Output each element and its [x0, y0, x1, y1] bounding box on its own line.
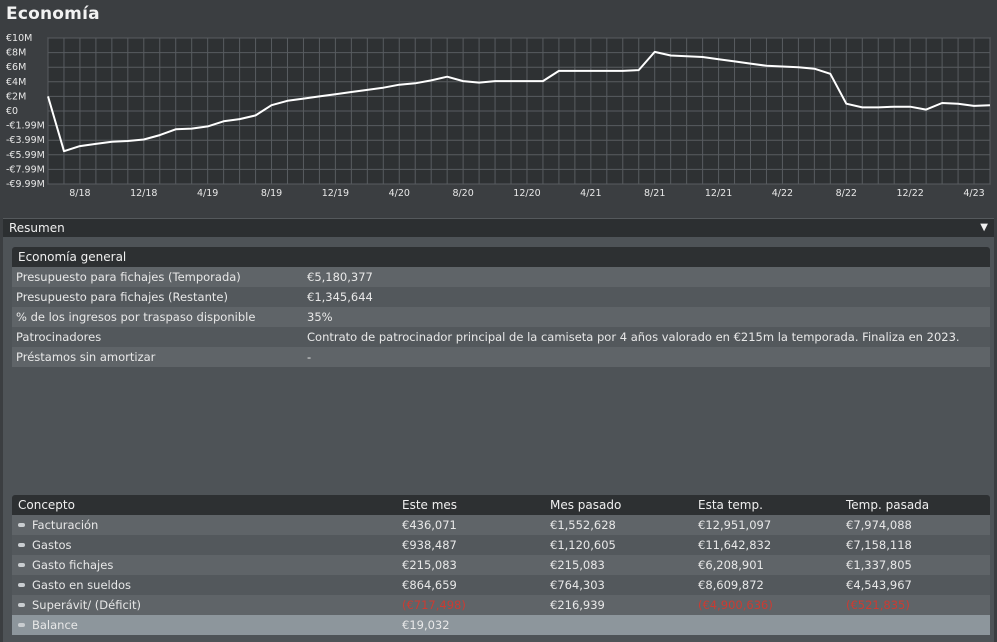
y-tick-label: -€3.99M [6, 135, 45, 146]
bullet-icon [18, 563, 25, 567]
page-title: Economía [6, 4, 100, 24]
x-tick-label: 12/18 [130, 188, 157, 199]
row-last-month: €1,120,605 [550, 538, 616, 552]
resumen-label: Resumen [9, 221, 65, 235]
y-tick-label: €8M [6, 48, 26, 59]
x-tick-label: 12/21 [705, 188, 732, 199]
table-row-expenses[interactable]: Gastos €938,487 €1,120,605 €11,642,832 €… [12, 535, 990, 555]
row-last-season: €1,337,805 [846, 558, 912, 572]
bullet-icon [18, 583, 25, 587]
general-row-value: - [307, 350, 312, 364]
x-tick-label: 12/22 [896, 188, 923, 199]
x-tick-label: 12/20 [513, 188, 540, 199]
column-header-concept[interactable]: Concepto [18, 498, 75, 512]
row-this-season: (€4,900,636) [698, 598, 773, 612]
row-last-season: €7,974,088 [846, 518, 912, 532]
row-concept: Gastos [32, 538, 72, 552]
y-tick-label: -€7.99M [6, 164, 45, 175]
general-row-label: Presupuesto para fichajes (Temporada) [16, 270, 241, 284]
y-tick-label: €2M [6, 91, 26, 102]
general-economy-header: Economía general [12, 247, 990, 267]
y-tick-label: -€9.99M [6, 179, 45, 190]
general-row-value: €1,345,644 [307, 290, 373, 304]
economy-line-chart: €10M €8M €6M €4M €2M €0 -€1.99M -€3.99M -€5.99M -… [0, 30, 997, 216]
general-row-value: 35% [307, 310, 333, 324]
general-row: Presupuesto para fichajes (Temporada) €5… [12, 267, 990, 287]
general-row-label: Préstamos sin amortizar [16, 350, 156, 364]
row-concept: Superávit/ (Déficit) [32, 598, 141, 612]
x-tick-label: 4/20 [389, 188, 410, 199]
column-header-last-month[interactable]: Mes pasado [550, 498, 621, 512]
row-this-month: €436,071 [402, 518, 457, 532]
y-tick-label: €0 [6, 106, 18, 117]
row-last-season: €4,543,967 [846, 578, 912, 592]
y-tick-label: €4M [6, 77, 26, 88]
x-tick-label: 4/22 [772, 188, 793, 199]
x-tick-label: 8/20 [452, 188, 473, 199]
general-row-value: Contrato de patrocinador principal de la… [307, 330, 960, 344]
general-row-value: €5,180,377 [307, 270, 373, 284]
row-this-season: €6,208,901 [698, 558, 764, 572]
resumen-panel-header[interactable]: Resumen ▼ [3, 218, 994, 237]
x-tick-label: 4/23 [963, 188, 984, 199]
table-row-wage-spending[interactable]: Gasto en sueldos €864,659 €764,303 €8,60… [12, 575, 990, 595]
bullet-icon [18, 623, 25, 627]
row-last-month: €1,552,628 [550, 518, 616, 532]
bullet-icon [18, 543, 25, 547]
x-tick-label: 12/19 [322, 188, 349, 199]
row-concept: Gasto fichajes [32, 558, 114, 572]
general-row-label: Presupuesto para fichajes (Restante) [16, 290, 228, 304]
row-this-season: €11,642,832 [698, 538, 772, 552]
row-last-month: €764,303 [550, 578, 605, 592]
general-row: Préstamos sin amortizar - [12, 347, 990, 367]
column-header-last-season[interactable]: Temp. pasada [846, 498, 929, 512]
row-last-month: €216,939 [550, 598, 605, 612]
general-row-label: % de los ingresos por traspaso disponibl… [16, 310, 256, 324]
y-tick-label: -€5.99M [6, 150, 45, 161]
x-tick-label: 4/21 [580, 188, 601, 199]
general-row: % de los ingresos por traspaso disponibl… [12, 307, 990, 327]
row-this-month: €938,487 [402, 538, 457, 552]
row-last-month: €215,083 [550, 558, 605, 572]
x-tick-label: 8/22 [836, 188, 857, 199]
chart-svg: €10M €8M €6M €4M €2M €0 -€1.99M -€3.99M -€5.99M -… [6, 33, 991, 199]
row-this-month: (€717,498) [402, 598, 466, 612]
column-header-this-month[interactable]: Este mes [402, 498, 457, 512]
table-row-transfer-spending[interactable]: Gasto fichajes €215,083 €215,083 €6,208,… [12, 555, 990, 575]
chevron-down-icon[interactable]: ▼ [980, 222, 988, 233]
y-tick-label: €6M [6, 62, 26, 73]
general-row: Presupuesto para fichajes (Restante) €1,… [12, 287, 990, 307]
bullet-icon [18, 523, 25, 527]
general-row: Patrocinadores Contrato de patrocinador … [12, 327, 990, 347]
x-tick-label: 8/18 [69, 188, 90, 199]
x-tick-label: 8/19 [261, 188, 282, 199]
row-this-month: €215,083 [402, 558, 457, 572]
row-concept: Balance [32, 618, 78, 632]
column-header-this-season[interactable]: Esta temp. [698, 498, 763, 512]
row-last-season: (€521,835) [846, 598, 910, 612]
table-row-surplus-deficit[interactable]: Superávit/ (Déficit) (€717,498) €216,939… [12, 595, 990, 615]
bullet-icon [18, 603, 25, 607]
general-economy-title: Economía general [18, 250, 127, 264]
row-this-season: €8,609,872 [698, 578, 764, 592]
resumen-panel: Economía general Presupuesto para fichaj… [3, 237, 994, 642]
general-row-label: Patrocinadores [16, 330, 102, 344]
y-tick-label: -€1.99M [6, 121, 45, 132]
row-this-season: €12,951,097 [698, 518, 772, 532]
table-row-revenue[interactable]: Facturación €436,071 €1,552,628 €12,951,… [12, 515, 990, 535]
y-tick-label: €10M [6, 33, 32, 44]
table-row-balance[interactable]: Balance €19,032 [12, 615, 990, 635]
row-this-month: €864,659 [402, 578, 457, 592]
x-tick-label: 8/21 [644, 188, 665, 199]
finance-table-header: Concepto Este mes Mes pasado Esta temp. … [12, 495, 990, 515]
row-last-season: €7,158,118 [846, 538, 912, 552]
row-concept: Gasto en sueldos [32, 578, 132, 592]
x-tick-label: 4/19 [197, 188, 218, 199]
row-concept: Facturación [32, 518, 99, 532]
row-this-month: €19,032 [402, 618, 450, 632]
